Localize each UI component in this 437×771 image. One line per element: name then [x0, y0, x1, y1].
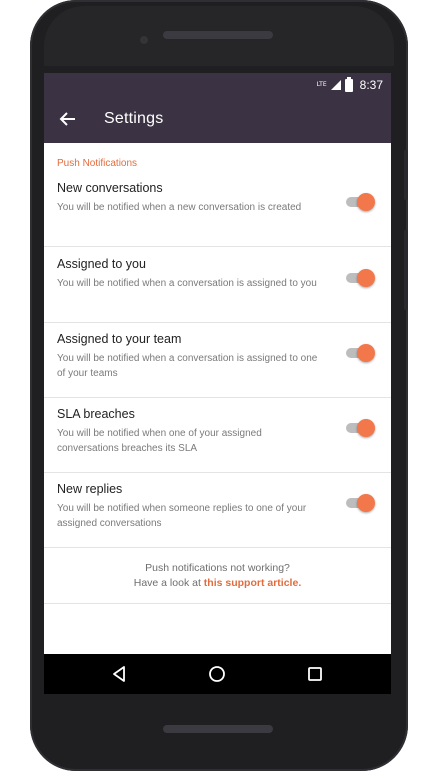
app-bar: Settings [44, 97, 391, 143]
square-recents-icon[interactable] [305, 664, 325, 684]
system-nav-bar [44, 654, 391, 694]
arrow-left-icon[interactable] [58, 109, 78, 129]
status-time: 8:37 [359, 78, 383, 92]
toggle-thumb [357, 269, 375, 287]
support-footer: Push notifications not working? Have a l… [44, 545, 391, 604]
footer-question: Push notifications not working? [145, 562, 290, 574]
footer-prefix: Have a look at [133, 577, 204, 589]
sla-breaches-toggle[interactable] [344, 417, 376, 439]
footer-suffix: . [298, 577, 302, 589]
setting-sla-breaches[interactable]: SLA breaches You will be notified when o… [44, 397, 391, 473]
battery-icon [344, 76, 353, 92]
support-article-link[interactable]: this support article [204, 577, 299, 589]
top-speaker-grille [163, 31, 273, 39]
setting-description: You will be notified when a new conversa… [57, 202, 302, 213]
assigned-to-team-toggle[interactable] [344, 342, 376, 364]
setting-description: You will be notified when a conversation… [57, 278, 317, 289]
setting-new-replies[interactable]: New replies You will be notified when so… [44, 472, 391, 548]
phone-screen: LTE 8:37 Settings Push Notifications New… [44, 73, 391, 694]
toggle-thumb [357, 193, 375, 211]
volume-button [404, 230, 408, 310]
setting-title: Assigned to your team [57, 332, 182, 346]
signal-icon [330, 80, 341, 90]
triangle-back-icon[interactable] [110, 664, 130, 684]
setting-description: You will be notified when one of your as… [57, 428, 262, 454]
toggle-thumb [357, 344, 375, 362]
toggle-thumb [357, 419, 375, 437]
setting-title: Assigned to you [57, 257, 146, 271]
front-camera [140, 36, 148, 44]
status-bar: LTE 8:37 [44, 73, 391, 97]
setting-new-conversations[interactable]: New conversations You will be notified w… [44, 171, 391, 247]
section-header: Push Notifications [57, 158, 138, 169]
toggle-thumb [357, 494, 375, 512]
assigned-to-you-toggle[interactable] [344, 267, 376, 289]
setting-title: New replies [57, 482, 123, 496]
bottom-speaker-grille [163, 725, 273, 733]
setting-title: SLA breaches [57, 407, 135, 421]
setting-description: You will be notified when a conversation… [57, 353, 318, 379]
new-replies-toggle[interactable] [344, 492, 376, 514]
setting-assigned-to-you[interactable]: Assigned to you You will be notified whe… [44, 247, 391, 323]
setting-description: You will be notified when someone replie… [57, 503, 307, 529]
setting-title: New conversations [57, 181, 163, 195]
footer-help-line: Have a look at this support article. [44, 577, 391, 589]
settings-list: Push Notifications New conversations You… [44, 143, 391, 654]
power-button [404, 150, 408, 200]
page-title: Settings [104, 110, 164, 127]
status-icons: LTE 8:37 [316, 76, 383, 92]
new-conversations-toggle[interactable] [344, 191, 376, 213]
circle-home-icon[interactable] [207, 664, 227, 684]
setting-assigned-to-team[interactable]: Assigned to your team You will be notifi… [44, 322, 391, 398]
network-type-label: LTE [316, 81, 327, 88]
